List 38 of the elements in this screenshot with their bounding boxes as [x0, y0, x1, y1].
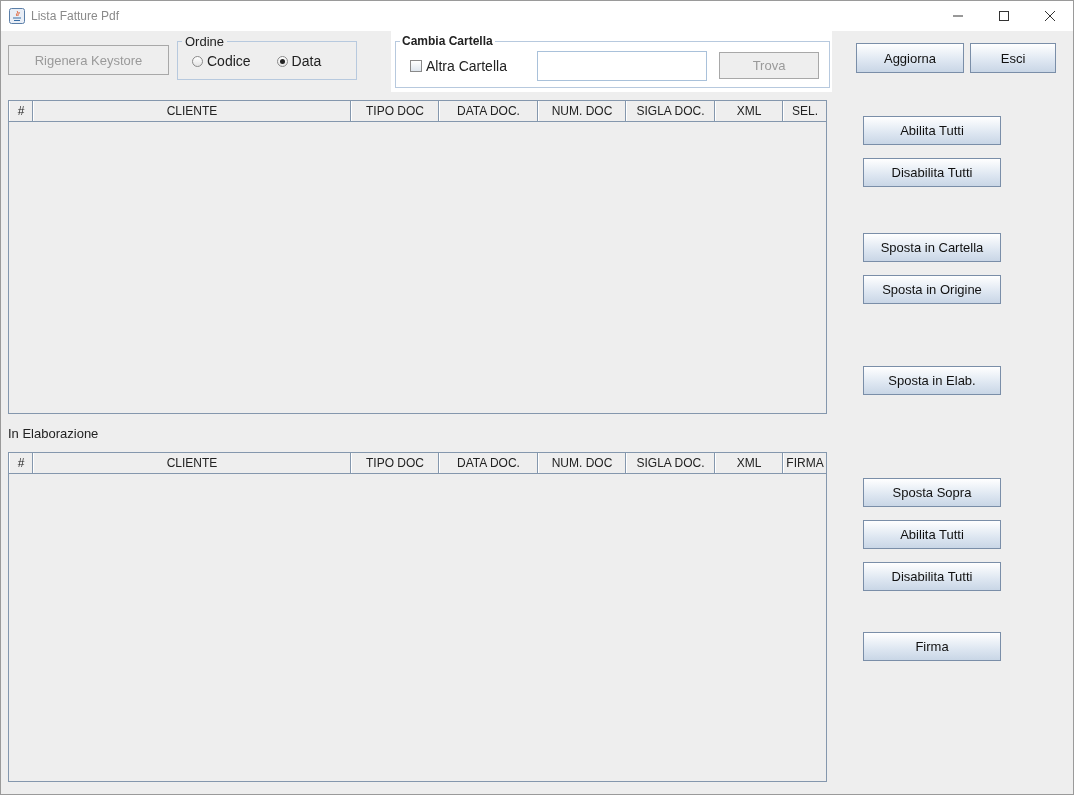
radio-button[interactable]: [192, 55, 203, 67]
action-button[interactable]: Abilita Tutti: [863, 116, 1001, 145]
action-button[interactable]: Disabilita Tutti: [863, 562, 1001, 591]
group-title: Cambia Cartella: [401, 34, 494, 48]
column-header[interactable]: NUM. DOC: [538, 101, 626, 121]
action-button[interactable]: Sposta Sopra: [863, 478, 1001, 507]
column-header[interactable]: FIRMA: [783, 453, 826, 473]
radio-button[interactable]: [276, 55, 288, 67]
column-header[interactable]: XML: [715, 453, 783, 473]
radio-option[interactable]: Codice: [192, 53, 251, 69]
column-header[interactable]: CLIENTE: [33, 453, 351, 473]
toolbar-button[interactable]: Aggiorna: [856, 43, 964, 73]
column-header[interactable]: SIGLA DOC.: [626, 453, 715, 473]
action-button[interactable]: Abilita Tutti: [863, 520, 1001, 549]
radio-option[interactable]: Data: [276, 53, 322, 69]
action-button[interactable]: Firma: [863, 632, 1001, 661]
column-header[interactable]: DATA DOC.: [439, 101, 538, 121]
window-title: Lista Fatture Pdf: [31, 9, 121, 23]
group-title: Ordine: [184, 34, 226, 49]
column-header[interactable]: #: [9, 101, 33, 121]
column-header[interactable]: DATA DOC.: [439, 453, 538, 473]
folder-path-field[interactable]: [537, 50, 707, 81]
checkbox[interactable]: [410, 59, 422, 72]
column-header[interactable]: CLIENTE: [33, 101, 351, 121]
app-icon: [9, 8, 25, 24]
column-header[interactable]: NUM. DOC: [538, 453, 626, 473]
column-header[interactable]: SIGLA DOC.: [626, 101, 715, 121]
action-button[interactable]: Sposta in Origine: [863, 275, 1001, 304]
section-label: In Elaborazione: [8, 424, 100, 443]
action-button[interactable]: Sposta in Cartella: [863, 233, 1001, 262]
column-header[interactable]: TIPO DOC: [351, 101, 439, 121]
column-header[interactable]: TIPO DOC: [351, 453, 439, 473]
toolbar-button[interactable]: Esci: [970, 43, 1056, 73]
column-header[interactable]: XML: [715, 101, 783, 121]
column-header[interactable]: #: [9, 453, 33, 473]
action-button[interactable]: Sposta in Elab.: [863, 366, 1001, 395]
checkbox-option[interactable]: Altra Cartella: [410, 57, 537, 74]
action-button[interactable]: Disabilita Tutti: [863, 158, 1001, 187]
